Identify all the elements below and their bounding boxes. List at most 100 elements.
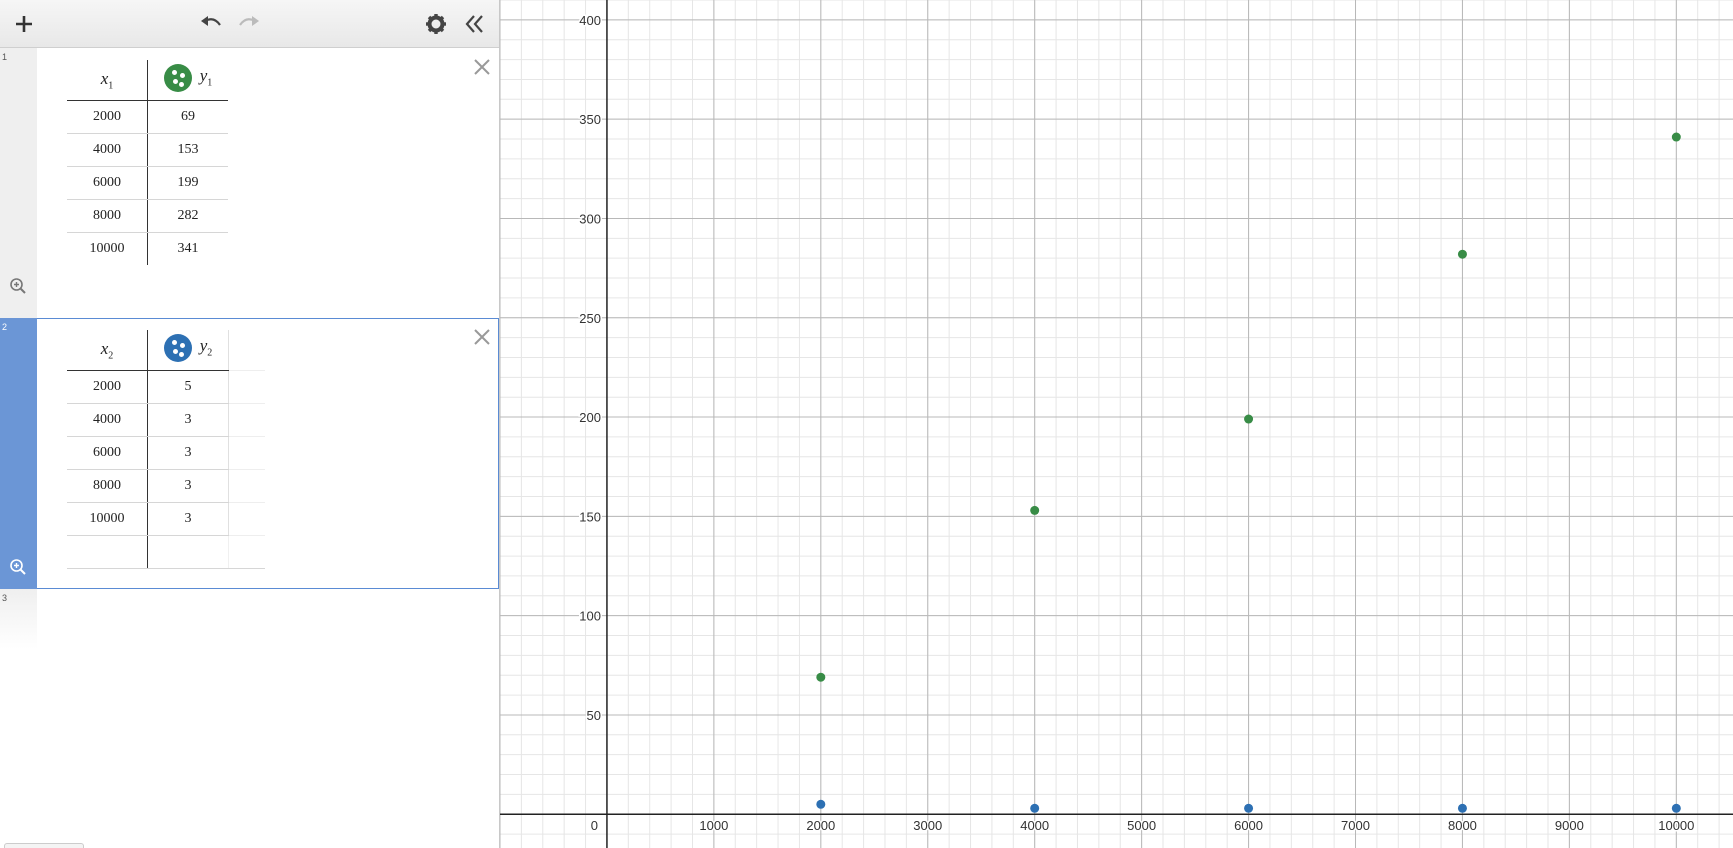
x-tick-label: 8000 [1448,818,1477,833]
y-tick-label: 300 [579,211,601,226]
expression-number: 2 [2,322,8,332]
graph-canvas[interactable]: 0 1000 2000 3000 4000 5000 6000 7000 8000 9000 100… [500,0,1733,848]
x-tick-label: 2000 [806,818,835,833]
table-header-x[interactable]: x1 [67,60,148,101]
y-tick-label: 200 [579,410,601,425]
table-cell-x[interactable]: 8000 [67,469,148,503]
x-tick-label: 7000 [1341,818,1370,833]
data-point-series-2 [816,799,826,809]
zoom-fit-button[interactable] [9,558,27,576]
x-tick-label: 3000 [913,818,942,833]
table-row-empty [67,535,265,569]
x-tick-label: 6000 [1234,818,1263,833]
double-chevron-left-icon [465,15,483,33]
table-cell-y[interactable]: 199 [147,166,228,200]
table-cell-y[interactable]: 5 [147,370,229,404]
collapse-panel-button[interactable] [458,8,490,40]
table-cell-y[interactable]: 282 [147,199,228,233]
toolbar [0,0,499,48]
table-cell-empty[interactable] [228,469,265,503]
table-cell-empty[interactable] [228,436,265,470]
table-header-x[interactable]: x2 [67,330,148,371]
table-header-y[interactable]: y2 [147,330,229,371]
y-tick-label: 350 [579,112,601,127]
table-header-y[interactable]: y1 [147,60,228,101]
table-cell-y[interactable]: 69 [147,100,228,134]
bottom-tab[interactable] [4,843,84,848]
expression-item-3[interactable]: 3 [0,589,499,848]
table-row: 6000 199 [67,166,228,200]
point-style-icon[interactable] [163,63,192,92]
expression-number: 1 [2,52,8,62]
table-cell-x[interactable]: 6000 [67,166,148,200]
x-tick-label: 0 [591,818,598,833]
y-tick-label: 100 [579,609,601,624]
minor-gridlines [500,0,1733,848]
table-cell-x[interactable]: 6000 [67,436,148,470]
table-cell-y[interactable]: 3 [147,469,229,503]
data-point-series-1 [1030,505,1040,515]
tick-labels: 0 1000 2000 3000 4000 5000 6000 7000 8000 9000 100… [578,11,1696,834]
table-cell-y[interactable]: 153 [147,133,228,167]
expression-gutter: 2 [0,318,37,589]
y-tick-label: 150 [579,509,601,524]
close-icon [474,329,490,345]
data-point-series-1 [1457,249,1467,259]
data-point-series-2 [1244,803,1254,813]
table-cell-x[interactable]: 8000 [67,199,148,233]
table-cell-x[interactable]: 2000 [67,370,148,404]
expression-panel: 1 x1 y1 2000 69 4000 153 6000 199 8000 282 1… [0,0,500,848]
table-cell-empty[interactable] [228,370,265,404]
table-cell-empty[interactable] [67,535,148,569]
table-cell-empty[interactable] [147,535,229,569]
table-row: 10000 341 [67,232,229,266]
table-cell-x[interactable]: 4000 [67,133,148,167]
data-point-series-1 [1244,414,1254,424]
settings-button[interactable] [420,8,452,40]
magnifier-plus-icon [10,278,26,294]
table-cell-y[interactable]: 3 [147,436,229,470]
table-cell-y[interactable]: 341 [148,233,229,266]
close-icon [474,59,490,75]
empty-column[interactable] [228,330,265,371]
expression-item-1[interactable]: 1 x1 y1 2000 69 4000 153 6000 199 8000 282 1… [0,48,499,318]
table-row: 4000 153 [67,133,228,167]
redo-icon [239,16,259,26]
add-item-button[interactable] [8,8,40,40]
table-cell-x[interactable]: 2000 [67,100,148,134]
gear-icon [426,14,446,34]
table-row: 8000 282 [67,199,228,233]
table-cell-empty[interactable] [228,535,265,569]
x-tick-label: 1000 [699,818,728,833]
data-point-series-2 [1671,803,1681,813]
table-cell-x[interactable]: 10000 [67,232,148,265]
table-row: 6000 3 [67,436,265,470]
table-row: 10000 3 [67,502,265,536]
undo-button[interactable] [195,8,227,40]
data-point-series-1 [1671,132,1681,142]
table-cell-empty[interactable] [228,403,265,437]
delete-expression-button[interactable] [471,56,493,78]
y-tick-label: 250 [579,311,601,326]
expression-number: 3 [2,593,8,603]
data-point-series-2 [1030,803,1040,813]
undo-icon [201,16,221,26]
data-table-2: x2 y2 2000 5 4000 3 6000 3 8000 3 10000 3 [67,330,265,569]
table-cell-empty[interactable] [228,502,265,536]
delete-expression-button[interactable] [471,326,493,348]
table-row: 4000 3 [67,403,265,437]
table-cell-y[interactable]: 3 [147,502,229,536]
table-cell-x[interactable]: 4000 [67,403,148,437]
expression-gutter: 3 [0,589,37,649]
expression-item-2[interactable]: 2 x2 y2 2000 5 4000 3 6000 3 8000 3 10000 3 [0,318,499,589]
table-cell-y[interactable]: 3 [147,403,229,437]
table-cell-x[interactable]: 10000 [67,502,148,536]
x-tick-label: 4000 [1020,818,1049,833]
table-row: 2000 69 [67,100,228,134]
data-point-series-1 [816,672,826,682]
redo-button[interactable] [233,8,265,40]
zoom-fit-button[interactable] [9,277,27,295]
point-style-icon[interactable] [163,333,192,362]
table-row: 2000 5 [67,370,265,404]
graph-paper[interactable]: 0 1000 2000 3000 4000 5000 6000 7000 8000 9000 100… [500,0,1733,848]
